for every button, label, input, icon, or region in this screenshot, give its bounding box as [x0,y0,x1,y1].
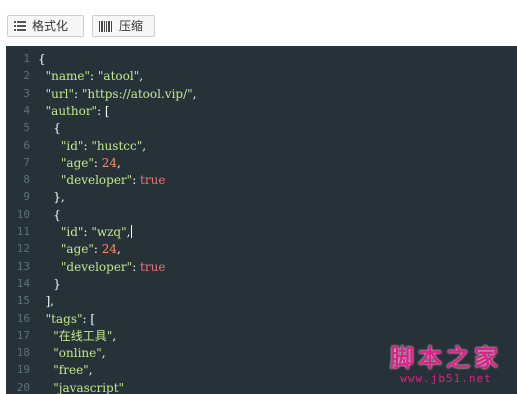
code-line: 13 "developer": true [6,258,517,276]
line-number: 15 [16,294,30,308]
code-line: 15 ], [6,292,517,310]
line-number: 1 [23,52,30,65]
code-line: 9 }, [6,188,517,206]
line-number: 2 [23,69,30,83]
code-line-text: ], [38,294,55,309]
line-number: 10 [16,207,30,221]
compress-button-label: 压缩 [119,19,144,33]
line-number: 8 [23,173,30,187]
code-line-text: "developer": true [60,259,166,274]
code-line-text: { [38,121,61,136]
code-line: 3 "url": "https://atool.vip/", [6,85,517,103]
compress-button[interactable]: 压缩 [92,15,155,37]
code-line-text: "age": 24, [60,155,121,170]
code-line: 7 "age": 24, [6,154,517,172]
code-line: 12 "age": 24, [6,240,517,258]
code-line-text: "id": "wzq", [60,225,133,239]
line-number: 16 [16,311,30,325]
code-line-text: "javascript" [53,380,125,394]
line-number: 6 [23,138,30,152]
watermark-logo-text: 脚本之家 [390,343,502,372]
line-number: 17 [16,328,30,342]
line-number: 11 [16,225,30,238]
code-line-text: "online", [53,346,106,361]
line-number: 20 [16,380,30,394]
code-line-text: "author": [ [45,103,110,118]
line-number: 5 [23,121,30,135]
line-number: 19 [16,363,30,377]
format-button[interactable]: 格式化 [7,15,84,37]
code-line-text: "age": 24, [60,242,121,257]
line-number: 9 [23,190,30,204]
line-number: 3 [23,86,30,100]
code-line: 1{ [6,50,517,68]
code-line-text: "free", [53,363,93,378]
toolbar: 格式化 压缩 [0,0,517,46]
code-line-text: "url": "https://atool.vip/", [45,86,197,101]
line-number: 7 [23,155,30,169]
code-line-text: "在线工具", [53,328,117,343]
line-number: 12 [16,242,30,256]
code-line-text: "developer": true [60,173,166,188]
line-number: 13 [16,259,30,273]
code-line: 10 { [6,206,517,224]
line-number: 18 [16,346,30,360]
code-line: 16 "tags": [ [6,310,517,328]
code-line-text: } [38,276,61,291]
line-number: 14 [16,276,30,290]
code-line-text: "tags": [ [45,311,96,326]
code-line: 2 "name": "atool", [6,67,517,85]
watermark: 脚本之家 www.jb51.net [381,344,511,390]
text-cursor [131,225,133,238]
code-line-text: { [38,207,61,222]
code-line: 11 "id": "wzq", [6,223,517,241]
format-button-label: 格式化 [32,19,69,33]
barcode-icon [99,20,113,32]
line-number: 4 [23,103,30,117]
watermark-url: www.jb51.net [400,372,492,385]
code-line: 6 "id": "hustcc", [6,137,517,155]
code-line-text: }, [38,190,65,205]
code-editor[interactable]: 1{2 "name": "atool", 3 "url": "https://at… [6,46,517,394]
code-line: 14 } [6,275,517,293]
code-line: 8 "developer": true [6,171,517,189]
code-line-text: "name": "atool", [45,69,144,84]
code-line-text: { [38,52,46,66]
list-icon [14,21,26,31]
code-line: 4 "author": [ [6,102,517,120]
code-line-text: "id": "hustcc", [60,138,147,153]
code-line: 5 { [6,119,517,137]
